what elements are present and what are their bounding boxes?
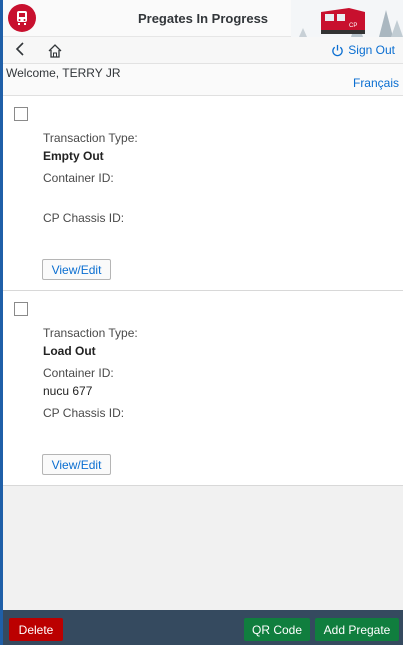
transaction-type-label: Transaction Type: [43,326,138,340]
container-id-label: Container ID: [43,171,114,185]
back-button[interactable] [15,40,25,60]
app-window: Pregates In Progress CP Sign Out Welcome… [3,0,403,645]
language-link[interactable]: Français [353,76,399,90]
container-id-value: nucu 677 [43,384,93,398]
view-edit-button[interactable]: View/Edit [42,454,111,475]
add-pregate-button[interactable]: Add Pregate [315,618,399,641]
container-id-label: Container ID: [43,366,114,380]
list-item: Transaction Type: Load Out Container ID:… [3,291,403,486]
home-icon [48,44,62,58]
power-icon [332,44,344,56]
pregate-list: Transaction Type: Empty Out Container ID… [3,96,403,486]
sign-out-button[interactable]: Sign Out [331,43,395,57]
footer-toolbar: Delete QR Code Add Pregate [3,610,403,645]
nav-bar: Sign Out [3,37,403,64]
select-checkbox[interactable] [14,302,28,316]
sign-out-label: Sign Out [348,43,395,57]
svg-text:CP: CP [349,23,357,29]
train-banner-image: CP [291,0,403,37]
home-button[interactable] [47,43,63,59]
transaction-type-value: Empty Out [43,149,104,163]
select-checkbox[interactable] [14,107,28,121]
transaction-type-label: Transaction Type: [43,131,138,145]
delete-button[interactable]: Delete [9,618,63,641]
welcome-bar: Welcome, TERRY JR Français [3,64,403,96]
welcome-text: Welcome, TERRY JR [6,66,121,80]
qr-code-button[interactable]: QR Code [244,618,310,641]
chassis-id-label: CP Chassis ID: [43,406,125,420]
view-edit-button[interactable]: View/Edit [42,259,111,280]
transaction-type-value: Load Out [43,344,96,358]
list-item: Transaction Type: Empty Out Container ID… [3,96,403,291]
chevron-left-icon [15,42,24,56]
chassis-id-label: CP Chassis ID: [43,211,125,225]
app-header: Pregates In Progress CP [3,0,403,37]
